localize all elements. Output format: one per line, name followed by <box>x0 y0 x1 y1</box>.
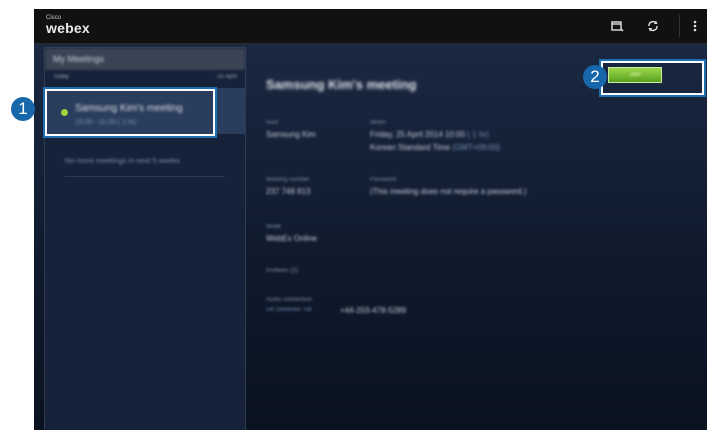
password-value: (This meeting does not require a passwor… <box>370 187 527 196</box>
when-label: When <box>370 120 386 126</box>
password-label: Password <box>370 177 397 183</box>
sidebar-header-date: 25 April <box>216 74 237 80</box>
when-gmt: (GMT+09:00) <box>452 143 501 152</box>
no-more-meetings-note: No more meetings in next 5 weeks <box>65 156 181 165</box>
mode-value: WebEx Online <box>266 234 317 243</box>
highlight-box-1 <box>43 87 217 138</box>
logo-webex-text: webex <box>46 20 90 36</box>
toolbar-divider <box>679 15 680 37</box>
audio-label: Audio connection <box>266 297 313 303</box>
calendar-icon[interactable] <box>610 19 624 33</box>
sidebar-date-header: Today 25 April <box>53 74 237 84</box>
meeting-detail: Samsung Kim's meeting Host Samsung Kim W… <box>260 47 707 430</box>
meeting-number-label: Meeting number <box>266 177 310 183</box>
host-value: Samsung Kim <box>266 130 316 139</box>
action-bar: Cisco webex <box>34 9 707 44</box>
audio-extra: UK Domestic Toll <box>266 307 312 313</box>
audio-number[interactable]: +44-203-478-5289 <box>340 306 406 315</box>
when-datetime: Friday, 25 April 2014 10:00 <box>370 130 466 139</box>
sidebar-divider <box>65 176 225 177</box>
when-duration: ( 1 hr) <box>467 130 489 139</box>
meeting-title: Samsung Kim's meeting <box>266 77 417 92</box>
callout-1: 1 <box>11 97 35 121</box>
highlight-box-2 <box>599 59 706 97</box>
invitees-link[interactable]: Invitees (2) <box>266 267 298 274</box>
more-vert-icon[interactable] <box>688 19 702 33</box>
host-label: Host <box>266 120 279 126</box>
refresh-icon[interactable] <box>646 19 660 33</box>
sidebar-header-today: Today <box>53 74 70 80</box>
when-timezone: Korean Standard Time <box>370 143 451 152</box>
webex-logo: Cisco webex <box>46 15 90 35</box>
when-line1: Friday, 25 April 2014 10:00 ( 1 hr) <box>370 130 489 139</box>
sidebar-title: My Meetings <box>45 48 245 70</box>
mode-label: Mode <box>266 224 282 230</box>
meeting-number-value: 237 748 813 <box>266 187 311 196</box>
when-line2: Korean Standard Time (GMT+09:00) <box>370 143 500 152</box>
callout-2: 2 <box>583 65 607 89</box>
